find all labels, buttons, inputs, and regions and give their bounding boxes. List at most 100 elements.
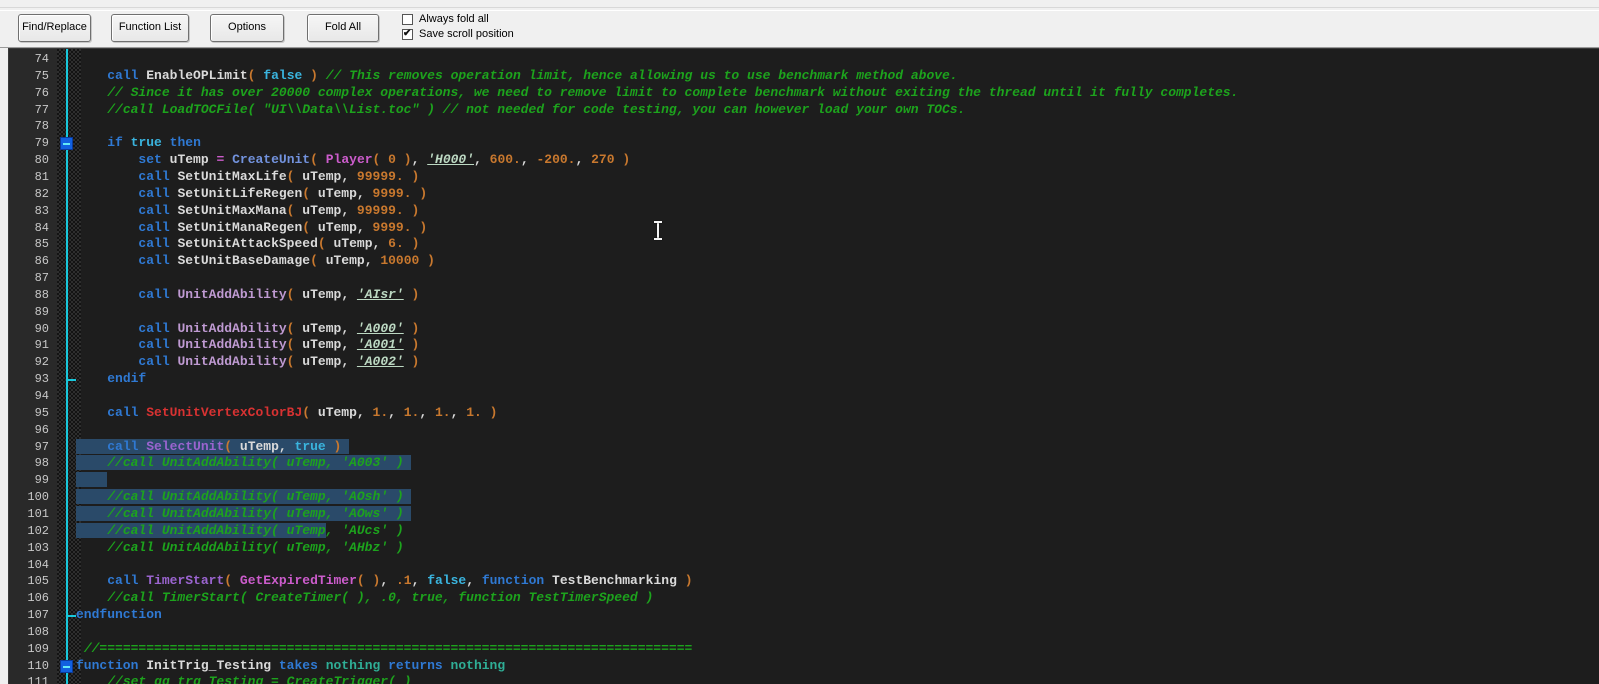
code-line[interactable]: 95 call SetUnitVertexColorBJ( uTemp, 1.,… [9, 405, 1599, 422]
code-line[interactable]: 84 call SetUnitManaRegen( uTemp, 9999. ) [9, 220, 1599, 237]
line-number: 98 [34, 456, 49, 471]
code-text: set uTemp = CreateUnit( Player( 0 ), 'H0… [138, 152, 631, 168]
code-text: //call UnitAddAbility( uTemp, 'AUcs' ) [76, 522, 404, 540]
code-text: call UnitAddAbility( uTemp, 'A001' ) [138, 337, 420, 353]
code-text: call EnableOPLimit( false ) // This remo… [107, 67, 958, 83]
code-line[interactable]: 111 //set gg_trg_Testing = CreateTrigger… [9, 674, 1599, 684]
editor-toolbar: Find/Replace Function List Options Fold … [0, 0, 1599, 48]
line-number: 74 [34, 52, 49, 66]
line-number: 89 [34, 304, 49, 319]
code-line[interactable]: 85 call SetUnitAttackSpeed( uTemp, 6. ) [9, 236, 1599, 253]
code-line[interactable]: 92 call UnitAddAbility( uTemp, 'A002' ) [9, 354, 1599, 371]
code-line[interactable]: 81 call SetUnitMaxLife( uTemp, 99999. ) [9, 169, 1599, 186]
code-line[interactable]: 91 call UnitAddAbility( uTemp, 'A001' ) [9, 337, 1599, 354]
code-line[interactable]: 87 [9, 270, 1599, 287]
line-number: 86 [34, 254, 49, 269]
code-text: call SetUnitBaseDamage( uTemp, 10000 ) [138, 253, 435, 269]
code-line[interactable]: 109 //==================================… [9, 641, 1599, 658]
line-number: 80 [34, 153, 49, 168]
code-text: endif [107, 371, 147, 387]
code-text: call UnitAddAbility( uTemp, 'AIsr' ) [138, 286, 420, 302]
code-line[interactable]: 97 call SelectUnit( uTemp, true ) [9, 438, 1599, 456]
code-line[interactable]: 78 [9, 118, 1599, 135]
code-line[interactable]: 100 //call UnitAddAbility( uTemp, 'AOsh'… [9, 489, 1599, 506]
always-fold-all-checkbox[interactable] [402, 14, 413, 25]
code-text: call UnitAddAbility( uTemp, 'A000' ) [138, 320, 420, 336]
code-line[interactable]: 93 endif [9, 371, 1599, 388]
line-number: 100 [27, 490, 49, 505]
code-text: //call UnitAddAbility( uTemp, 'AOsh' ) [76, 489, 412, 506]
code-line[interactable]: 107 endfunction [9, 607, 1599, 624]
code-line[interactable]: 108 [9, 624, 1599, 641]
find-replace-button[interactable]: Find/Replace [18, 14, 91, 42]
code-line[interactable]: 82 call SetUnitLifeRegen( uTemp, 9999. ) [9, 186, 1599, 203]
code-text: function InitTrig_Testing takes nothing … [76, 657, 506, 673]
code-line[interactable]: 89 [9, 304, 1599, 321]
code-line[interactable]: 105 call TimerStart( GetExpiredTimer( ),… [9, 573, 1599, 590]
save-scroll-position-label: Save scroll position [419, 28, 514, 40]
fold-all-button[interactable]: Fold All [307, 14, 379, 42]
code-text: if true then [107, 135, 201, 151]
line-number: 93 [34, 372, 49, 387]
code-text: //set gg_trg_Testing = CreateTrigger( ) [107, 674, 412, 684]
line-number: 75 [34, 68, 49, 83]
line-number: 92 [34, 355, 49, 370]
line-number: 76 [34, 85, 49, 100]
fold-collapse-button[interactable] [60, 659, 73, 673]
line-number: 87 [34, 271, 49, 286]
line-number: 82 [34, 186, 49, 201]
code-line[interactable]: 77 //call LoadTOCFile( "UI\\Data\\List.t… [9, 102, 1599, 119]
line-number: 95 [34, 405, 49, 420]
code-line[interactable]: 74 [9, 51, 1599, 68]
code-line[interactable]: 90 call UnitAddAbility( uTemp, 'A000' ) [9, 321, 1599, 338]
line-number: 107 [27, 608, 49, 623]
code-line[interactable]: 86 call SetUnitBaseDamage( uTemp, 10000 … [9, 253, 1599, 270]
code-line[interactable]: 96 [9, 422, 1599, 439]
code-line[interactable]: 75 call EnableOPLimit( false ) // This r… [9, 68, 1599, 85]
function-list-button[interactable]: Function List [111, 14, 189, 42]
line-number: 88 [34, 287, 49, 302]
code-editor[interactable]: 74 75 call EnableOPLimit( false ) // This… [8, 48, 1599, 684]
code-text: // Since it has over 20000 complex opera… [107, 84, 1239, 100]
line-number: 81 [34, 169, 49, 184]
line-number: 85 [34, 237, 49, 252]
always-fold-all-label: Always fold all [419, 13, 489, 25]
code-line[interactable]: 110 function InitTrig_Testing takes nothi… [9, 658, 1599, 675]
line-number: 83 [34, 203, 49, 218]
line-number: 84 [34, 220, 49, 235]
code-lines: 74 75 call EnableOPLimit( false ) // This… [9, 51, 1599, 684]
code-text: //call UnitAddAbility( uTemp, 'A003' ) [76, 455, 412, 472]
line-number: 104 [27, 557, 49, 572]
fold-end-tick [67, 615, 76, 618]
code-line[interactable]: 98 //call UnitAddAbility( uTemp, 'A003' … [9, 455, 1599, 472]
code-line[interactable]: 99 [9, 472, 1599, 489]
code-text: //======================================… [83, 640, 693, 656]
code-line[interactable]: 88 call UnitAddAbility( uTemp, 'AIsr' ) [9, 287, 1599, 304]
code-line[interactable]: 80 set uTemp = CreateUnit( Player( 0 ), … [9, 152, 1599, 169]
code-line[interactable]: 103 //call UnitAddAbility( uTemp, 'AHbz'… [9, 540, 1599, 557]
code-line[interactable]: 94 [9, 388, 1599, 405]
line-number: 77 [34, 102, 49, 117]
code-text: //call TimerStart( CreateTimer( ), .0, t… [107, 590, 654, 606]
line-number: 105 [27, 574, 49, 589]
code-text: call SelectUnit( uTemp, true ) [76, 438, 350, 456]
code-text: call UnitAddAbility( uTemp, 'A002' ) [138, 354, 420, 370]
code-line[interactable]: 79 if true then [9, 135, 1599, 152]
line-number: 91 [34, 338, 49, 353]
code-line[interactable]: 102 //call UnitAddAbility( uTemp, 'AUcs'… [9, 522, 1599, 540]
fold-collapse-button[interactable] [60, 137, 73, 151]
options-button[interactable]: Options [210, 14, 284, 42]
code-line[interactable]: 104 [9, 557, 1599, 574]
code-text: //call UnitAddAbility( uTemp, 'AOws' ) [76, 505, 412, 523]
code-line[interactable]: 83 call SetUnitMaxMana( uTemp, 99999. ) [9, 203, 1599, 220]
code-text: call TimerStart( GetExpiredTimer( ), .1,… [107, 573, 693, 589]
code-line[interactable]: 106 //call TimerStart( CreateTimer( ), .… [9, 590, 1599, 607]
line-number: 97 [34, 439, 49, 454]
code-line[interactable]: 76 // Since it has over 20000 complex op… [9, 85, 1599, 102]
code-text: call SetUnitMaxLife( uTemp, 99999. ) [138, 168, 420, 184]
code-line[interactable]: 101 //call UnitAddAbility( uTemp, 'AOws'… [9, 505, 1599, 523]
line-number: 78 [34, 119, 49, 134]
save-scroll-position-checkbox[interactable] [402, 28, 413, 40]
line-number: 106 [27, 591, 49, 606]
line-number: 90 [34, 321, 49, 336]
